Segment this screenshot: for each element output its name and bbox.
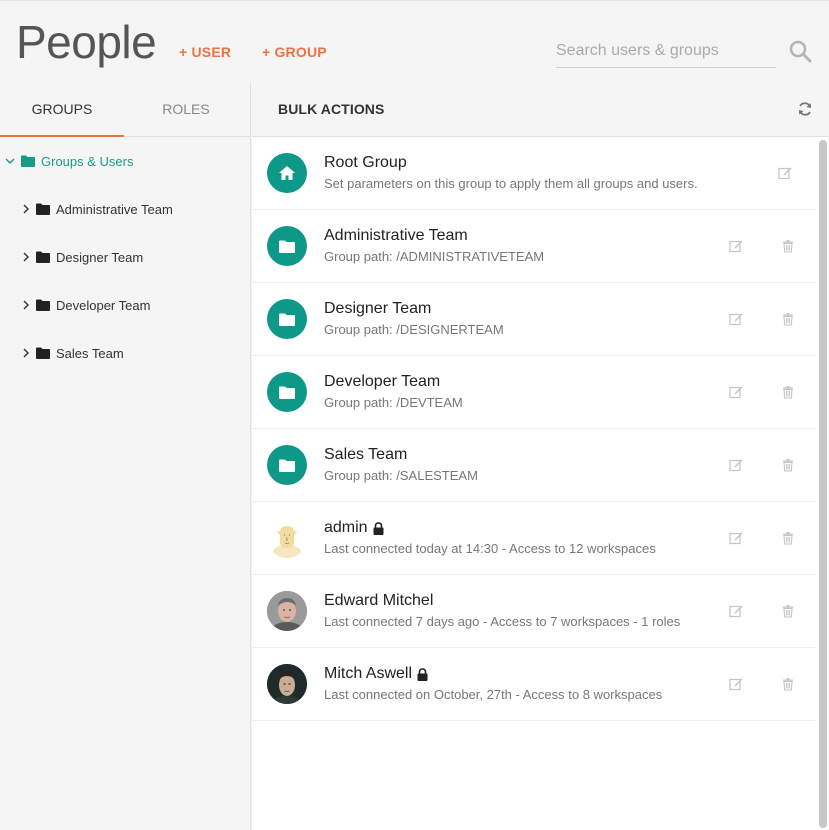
trash-icon[interactable] (781, 604, 795, 618)
avatar (267, 372, 307, 412)
edit-icon[interactable] (729, 677, 743, 691)
add-group-button[interactable]: + GROUP (262, 44, 327, 60)
folder-icon (279, 313, 295, 326)
scrollbar[interactable] (819, 140, 827, 828)
search-icon[interactable] (788, 39, 812, 63)
tree-root-groups-users[interactable]: Groups & Users (5, 152, 133, 170)
tree-item-label: Administrative Team (56, 201, 173, 217)
edit-icon[interactable] (729, 531, 743, 545)
avatar (267, 299, 307, 339)
right-panel: BULK ACTIONS Root Group Set parameters o… (252, 82, 829, 830)
row-title: Edward Mitchel (324, 592, 434, 609)
chevron-right-icon[interactable] (22, 348, 30, 358)
group-user-list: Root Group Set parameters on this group … (252, 137, 815, 721)
row-subtitle: Last connected today at 14:30 - Access t… (324, 541, 656, 556)
trash-icon[interactable] (781, 312, 795, 326)
avatar (267, 445, 307, 485)
folder-icon (36, 299, 50, 311)
user-avatar-icon (267, 518, 307, 558)
tree-item-label: Developer Team (56, 297, 151, 313)
list-item-user-edward-mitchel[interactable]: Edward Mitchel Last connected 7 days ago… (252, 575, 815, 648)
row-title: Sales Team (324, 446, 408, 463)
row-subtitle: Set parameters on this group to apply th… (324, 176, 698, 191)
edit-icon[interactable] (729, 604, 743, 618)
user-avatar-icon (267, 591, 307, 631)
row-subtitle: Group path: /ADMINISTRATIVETEAM (324, 249, 545, 264)
trash-icon[interactable] (781, 531, 795, 545)
edit-icon[interactable] (729, 312, 743, 326)
avatar (267, 591, 307, 631)
bulk-actions-button[interactable]: BULK ACTIONS (278, 101, 384, 117)
bulk-actions-bar: BULK ACTIONS (252, 82, 829, 137)
avatar (267, 153, 307, 193)
row-title: Designer Team (324, 300, 432, 317)
avatar (267, 226, 307, 266)
tree-item-sales-team[interactable]: Sales Team (22, 344, 124, 362)
tree-item-administrative-team[interactable]: Administrative Team (22, 200, 173, 218)
row-title: Developer Team (324, 373, 441, 390)
list-item-user-admin[interactable]: admin Last connected today at 14:30 - Ac… (252, 502, 815, 575)
header: People + USER + GROUP (0, 0, 829, 82)
chevron-right-icon[interactable] (22, 252, 30, 262)
lock-icon (417, 667, 428, 681)
tab-groups[interactable]: GROUPS (0, 82, 124, 137)
trash-icon[interactable] (781, 385, 795, 399)
folder-icon (279, 459, 295, 472)
left-panel: GROUPS ROLES Groups & Users Administrati… (0, 82, 251, 830)
row-title: admin (324, 519, 384, 537)
trash-icon[interactable] (781, 458, 795, 472)
page-title: People (16, 16, 157, 68)
avatar (267, 518, 307, 558)
folder-icon (36, 347, 50, 359)
chevron-right-icon[interactable] (22, 204, 30, 214)
refresh-icon[interactable] (797, 101, 813, 117)
list-item-root-group[interactable]: Root Group Set parameters on this group … (252, 137, 815, 210)
edit-icon[interactable] (729, 385, 743, 399)
edit-icon[interactable] (729, 458, 743, 472)
chevron-down-icon[interactable] (5, 156, 15, 166)
row-subtitle: Group path: /SALESTEAM (324, 468, 478, 483)
list-item-administrative-team[interactable]: Administrative Team Group path: /ADMINIS… (252, 210, 815, 283)
avatar (267, 664, 307, 704)
folder-icon (36, 203, 50, 215)
trash-icon[interactable] (781, 239, 795, 253)
home-icon (279, 166, 295, 180)
user-avatar-icon (267, 664, 307, 704)
row-title: Administrative Team (324, 227, 468, 244)
tree-item-developer-team[interactable]: Developer Team (22, 296, 150, 314)
chevron-right-icon[interactable] (22, 300, 30, 310)
tab-roles[interactable]: ROLES (124, 82, 248, 137)
folder-icon (279, 240, 295, 253)
list-item-user-mitch-aswell[interactable]: Mitch Aswell Last connected on October, … (252, 648, 815, 721)
add-user-button[interactable]: + USER (179, 44, 231, 60)
search-field (556, 35, 776, 68)
tree-item-label: Designer Team (56, 249, 144, 265)
search-input[interactable] (556, 35, 776, 67)
list-item-developer-team[interactable]: Developer Team Group path: /DEVTEAM (252, 356, 815, 429)
tree-item-label: Sales Team (56, 345, 124, 361)
list-item-designer-team[interactable]: Designer Team Group path: /DESIGNERTEAM (252, 283, 815, 356)
folder-icon (36, 251, 50, 263)
tree-item-designer-team[interactable]: Designer Team (22, 248, 143, 266)
row-title: Mitch Aswell (324, 665, 428, 683)
row-subtitle: Last connected on October, 27th - Access… (324, 687, 663, 702)
row-title: Root Group (324, 154, 407, 171)
tree-root-label: Groups & Users (41, 153, 134, 169)
tab-bar: GROUPS ROLES (0, 82, 250, 137)
folder-icon (21, 155, 35, 167)
trash-icon[interactable] (781, 677, 795, 691)
row-subtitle: Group path: /DEVTEAM (324, 395, 463, 410)
edit-icon[interactable] (729, 239, 743, 253)
row-subtitle: Group path: /DESIGNERTEAM (324, 322, 504, 337)
row-subtitle: Last connected 7 days ago - Access to 7 … (324, 614, 681, 629)
lock-icon (373, 521, 384, 535)
folder-icon (279, 386, 295, 399)
edit-icon[interactable] (778, 166, 792, 180)
list-item-sales-team[interactable]: Sales Team Group path: /SALESTEAM (252, 429, 815, 502)
